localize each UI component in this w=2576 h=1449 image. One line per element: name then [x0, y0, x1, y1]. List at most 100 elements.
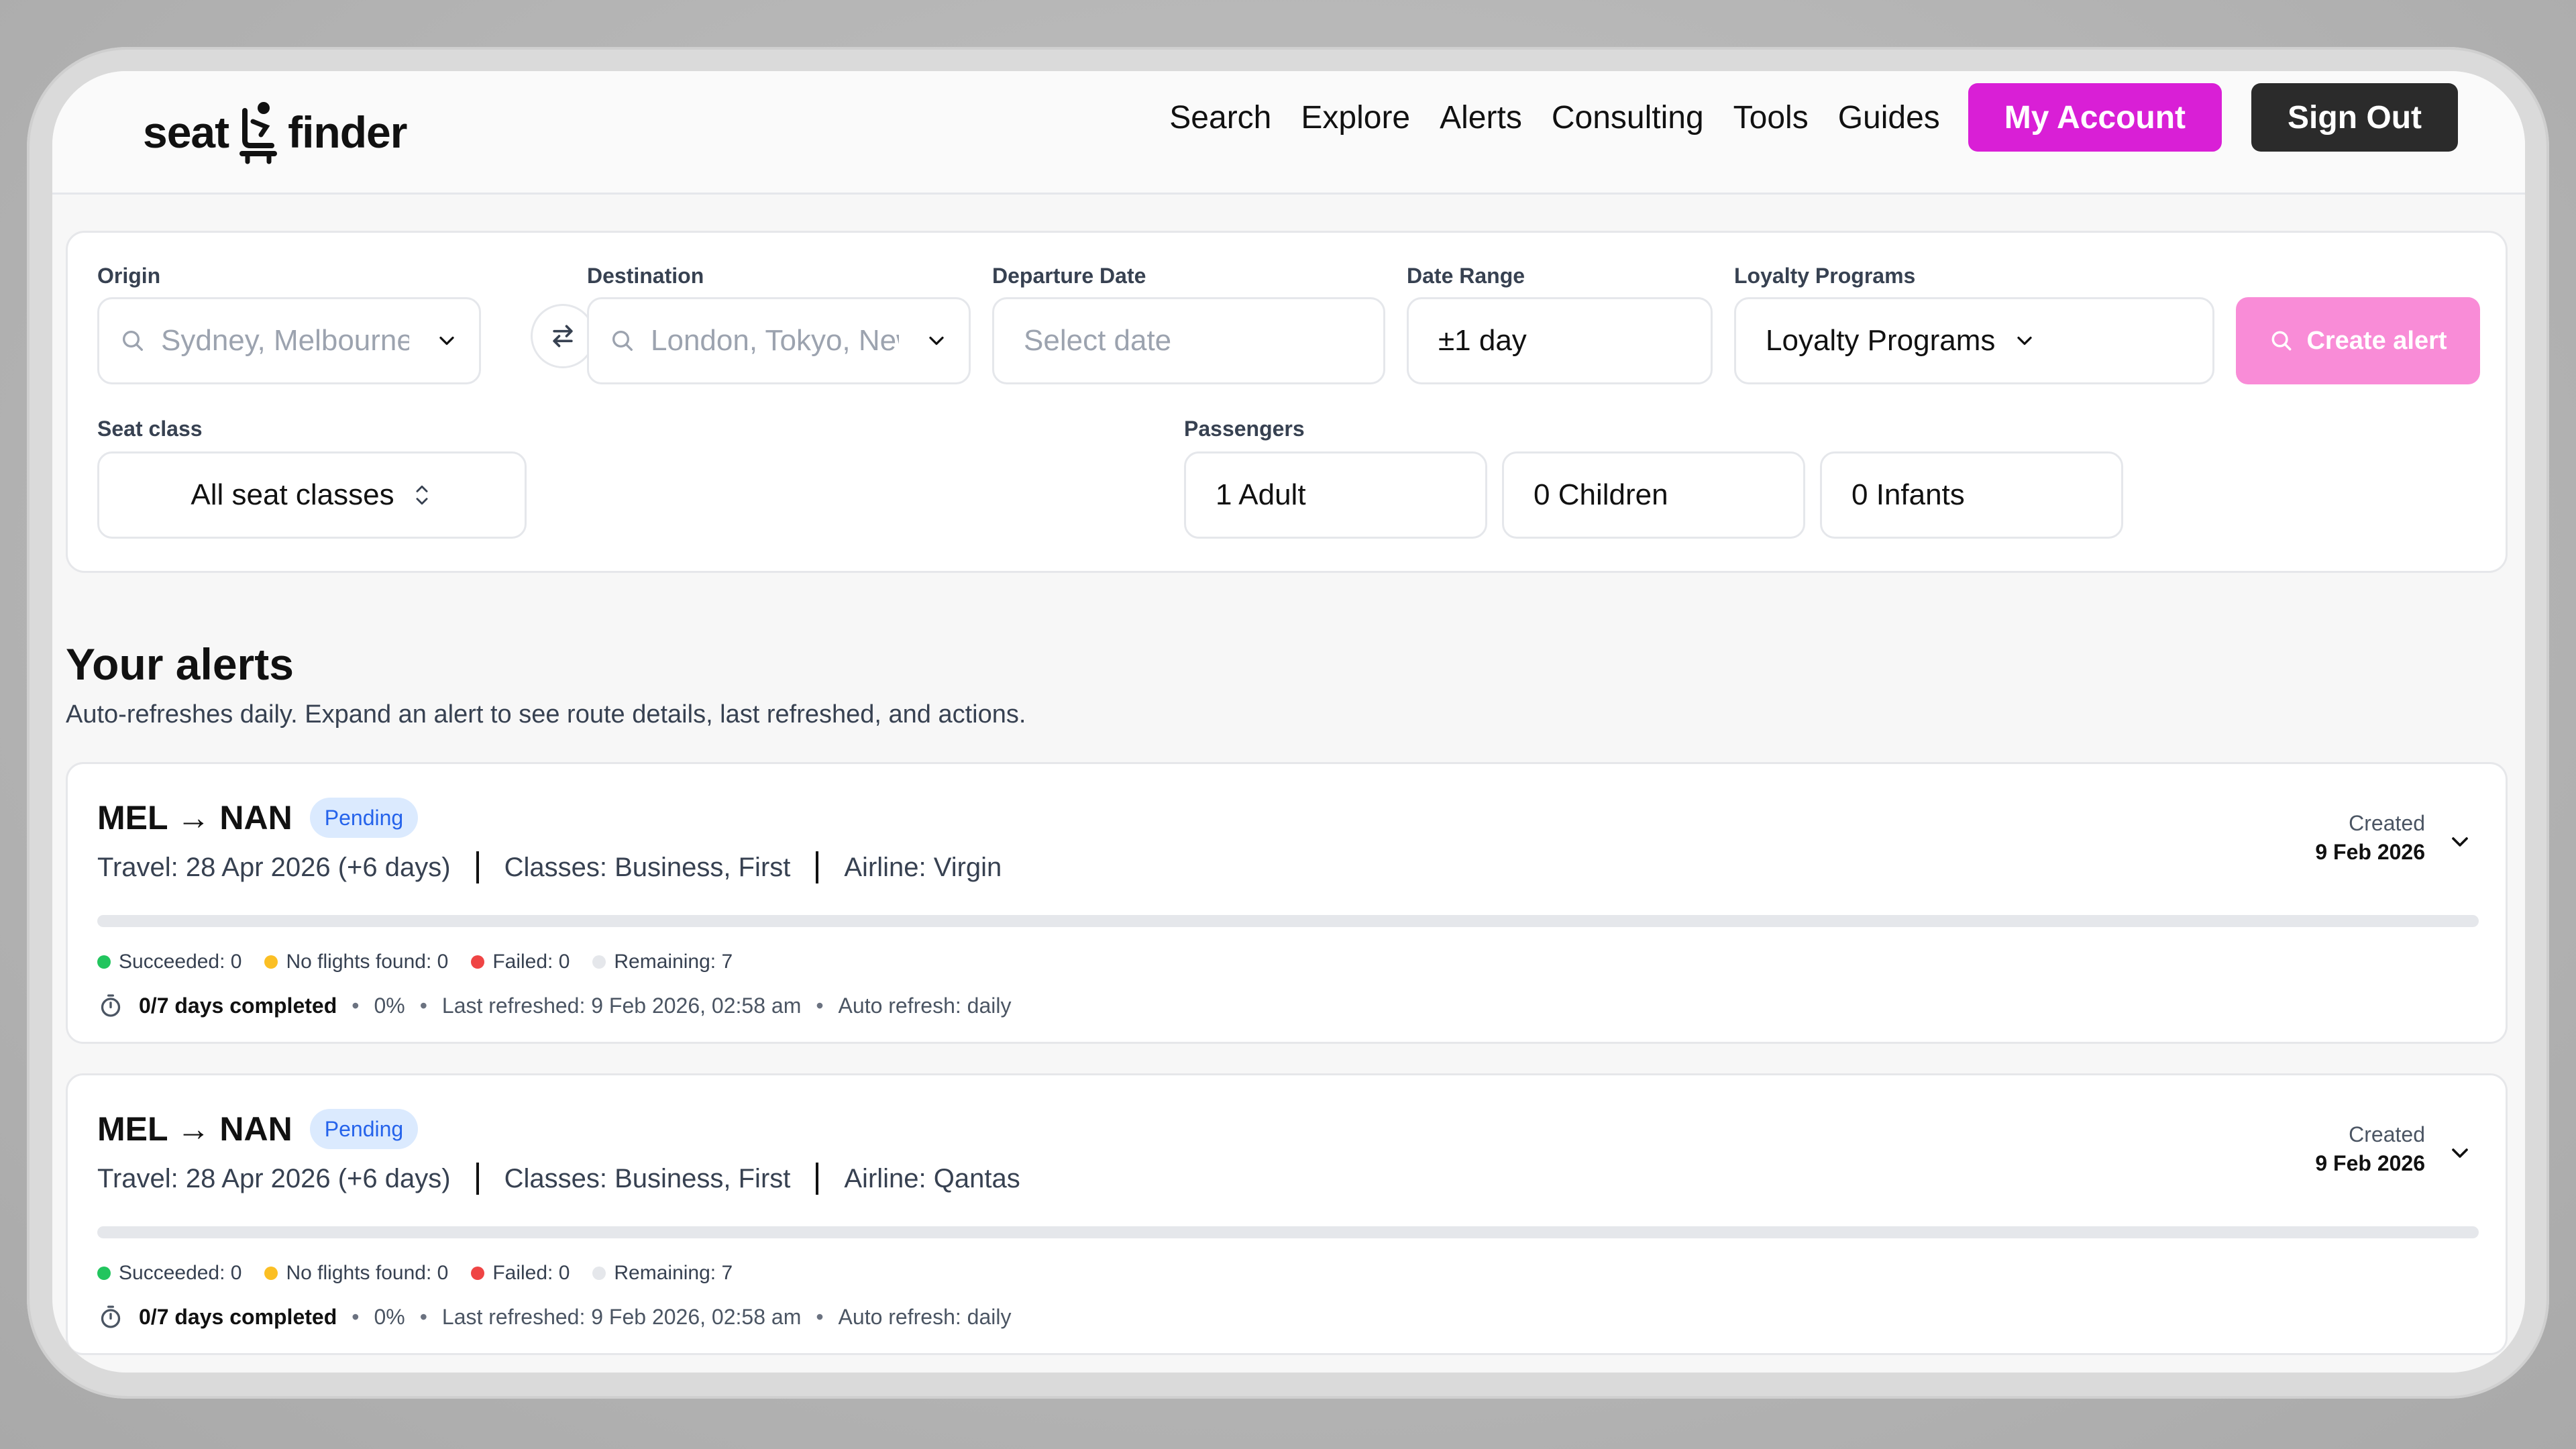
loyalty-programs-value: Loyalty Programs [1766, 324, 1996, 357]
alert-card[interactable]: MEL → NAN Pending Travel: 28 Apr 2026 (+… [66, 762, 2508, 1044]
alert-stats: 0/7 days completed • 0% • Last refreshed… [97, 992, 1011, 1019]
days-completed: 0/7 days completed [139, 993, 337, 1018]
passengers-label: Passengers [1184, 417, 1305, 441]
destination-label: Destination [587, 264, 704, 288]
nav-link-explore[interactable]: Explore [1301, 99, 1410, 136]
chevron-up-down-icon [416, 485, 428, 505]
nav-link-alerts[interactable]: Alerts [1440, 99, 1522, 136]
create-alert-label: Create alert [2306, 326, 2447, 355]
nav-link-tools[interactable]: Tools [1733, 99, 1809, 136]
nav-link-consulting[interactable]: Consulting [1552, 99, 1704, 136]
alert-card[interactable]: MEL → NAN Pending Travel: 28 Apr 2026 (+… [66, 1073, 2508, 1355]
alert-status-legend: Succeeded: 0 No flights found: 0 Failed:… [97, 1262, 755, 1285]
bullet: • [419, 1304, 427, 1329]
loyalty-programs-select[interactable]: Loyalty Programs [1734, 297, 2214, 384]
legend-no-flights: No flights found: 0 [264, 1262, 448, 1285]
no-flights-count: No flights found: 0 [286, 1262, 449, 1284]
adults-value: 1 Adult [1216, 478, 1306, 511]
nav-link-guides[interactable]: Guides [1838, 99, 1940, 136]
timer-icon [101, 1305, 121, 1328]
alert-travel: Travel: 28 Apr 2026 (+6 days) [97, 1163, 451, 1193]
no-flights-dot [264, 1267, 278, 1280]
destination-input[interactable]: London, Tokyo, New York [587, 297, 971, 384]
infants-select[interactable]: 0 Infants [1820, 451, 2123, 539]
legend-no-flights: No flights found: 0 [264, 951, 448, 973]
seat-class-value: All seat classes [191, 478, 394, 511]
remaining-count: Remaining: 7 [614, 951, 733, 973]
search-icon [612, 331, 633, 351]
legend-failed: Failed: 0 [471, 951, 570, 973]
children-value: 0 Children [1534, 478, 1668, 511]
adults-select[interactable]: 1 Adult [1184, 451, 1487, 539]
alert-stats: 0/7 days completed • 0% • Last refreshed… [97, 1303, 1011, 1330]
origin-input[interactable]: Sydney, Melbourne [97, 297, 481, 384]
last-refreshed: Last refreshed: 9 Feb 2026, 02:58 am [441, 993, 802, 1018]
site-header: seat finder Search Explore Alerts Consul… [52, 71, 2525, 195]
alert-created: Created 9 Feb 2026 [2315, 811, 2425, 865]
last-refreshed: Last refreshed: 9 Feb 2026, 02:58 am [441, 1304, 802, 1329]
date-range-label: Date Range [1407, 264, 1525, 288]
remaining-dot [592, 1267, 606, 1280]
alert-details: Travel: 28 Apr 2026 (+6 days) Classes: B… [97, 1163, 1020, 1195]
main-nav: Search Explore Alerts Consulting Tools G… [1169, 80, 2458, 154]
create-alert-button[interactable]: Create alert [2236, 297, 2480, 384]
chevron-down-icon [2017, 336, 2033, 345]
alert-search-form: Origin Sydney, Melbourne Destination Lon… [66, 231, 2508, 573]
remaining-count: Remaining: 7 [614, 1262, 733, 1284]
succeeded-dot [97, 1267, 111, 1280]
infants-value: 0 Infants [1851, 478, 1965, 511]
alerts-subtitle: Auto-refreshes daily. Expand an alert to… [66, 700, 1026, 729]
departure-date-input[interactable]: Select date [992, 297, 1385, 384]
seat-class-select[interactable]: All seat classes [97, 451, 527, 539]
alert-route: MEL → NAN Pending [97, 1109, 419, 1149]
divider [476, 851, 479, 883]
alert-route-text: MEL → NAN [97, 1110, 292, 1148]
bullet: • [352, 1304, 360, 1329]
alert-created: Created 9 Feb 2026 [2315, 1122, 2425, 1176]
alert-travel: Travel: 28 Apr 2026 (+6 days) [97, 852, 451, 882]
alert-route-text: MEL → NAN [97, 799, 292, 837]
legend-remaining: Remaining: 7 [592, 951, 733, 973]
date-range-select[interactable]: ±1 day [1407, 297, 1713, 384]
chevron-down-icon[interactable] [2447, 828, 2473, 855]
seatfinder-logo[interactable]: seat finder [143, 95, 407, 169]
alert-details: Travel: 28 Apr 2026 (+6 days) Classes: B… [97, 851, 1002, 883]
browser-window: seat finder Search Explore Alerts Consul… [52, 71, 2525, 1373]
legend-succeeded: Succeeded: 0 [97, 951, 241, 973]
children-select[interactable]: 0 Children [1502, 451, 1805, 539]
sign-out-button[interactable]: Sign Out [2251, 83, 2458, 152]
alert-classes: Classes: Business, First [504, 1163, 791, 1193]
alert-classes: Classes: Business, First [504, 852, 791, 882]
alert-airline: Airline: Qantas [844, 1163, 1020, 1193]
loyalty-programs-label: Loyalty Programs [1734, 264, 1916, 288]
legend-succeeded: Succeeded: 0 [97, 1262, 241, 1285]
swap-arrows-icon [553, 325, 573, 347]
chevron-down-icon [929, 336, 944, 345]
days-completed: 0/7 days completed [139, 1304, 337, 1329]
alerts-heading: Your alerts [66, 639, 294, 689]
divider [816, 1163, 819, 1195]
succeeded-dot [97, 955, 111, 969]
alert-progress-bar [97, 1226, 2479, 1238]
failed-count: Failed: 0 [492, 1262, 570, 1284]
divider [816, 851, 819, 883]
alert-route: MEL → NAN Pending [97, 798, 419, 838]
timer-icon [101, 994, 121, 1017]
bullet: • [816, 1304, 824, 1329]
my-account-button[interactable]: My Account [1968, 83, 2222, 152]
auto-refresh: Auto refresh: daily [838, 993, 1012, 1018]
swap-route-button[interactable] [531, 304, 595, 368]
chevron-down-icon [439, 336, 454, 345]
seat-class-label: Seat class [97, 417, 203, 441]
auto-refresh: Auto refresh: daily [838, 1304, 1012, 1329]
no-flights-count: No flights found: 0 [286, 951, 449, 973]
divider [476, 1163, 479, 1195]
succeeded-count: Succeeded: 0 [119, 1262, 242, 1284]
created-label: Created [2349, 1122, 2425, 1146]
alert-status-legend: Succeeded: 0 No flights found: 0 Failed:… [97, 951, 755, 973]
no-flights-dot [264, 955, 278, 969]
legend-remaining: Remaining: 7 [592, 1262, 733, 1285]
chevron-down-icon[interactable] [2447, 1140, 2473, 1167]
nav-link-search[interactable]: Search [1169, 99, 1271, 136]
search-icon [2272, 331, 2292, 351]
